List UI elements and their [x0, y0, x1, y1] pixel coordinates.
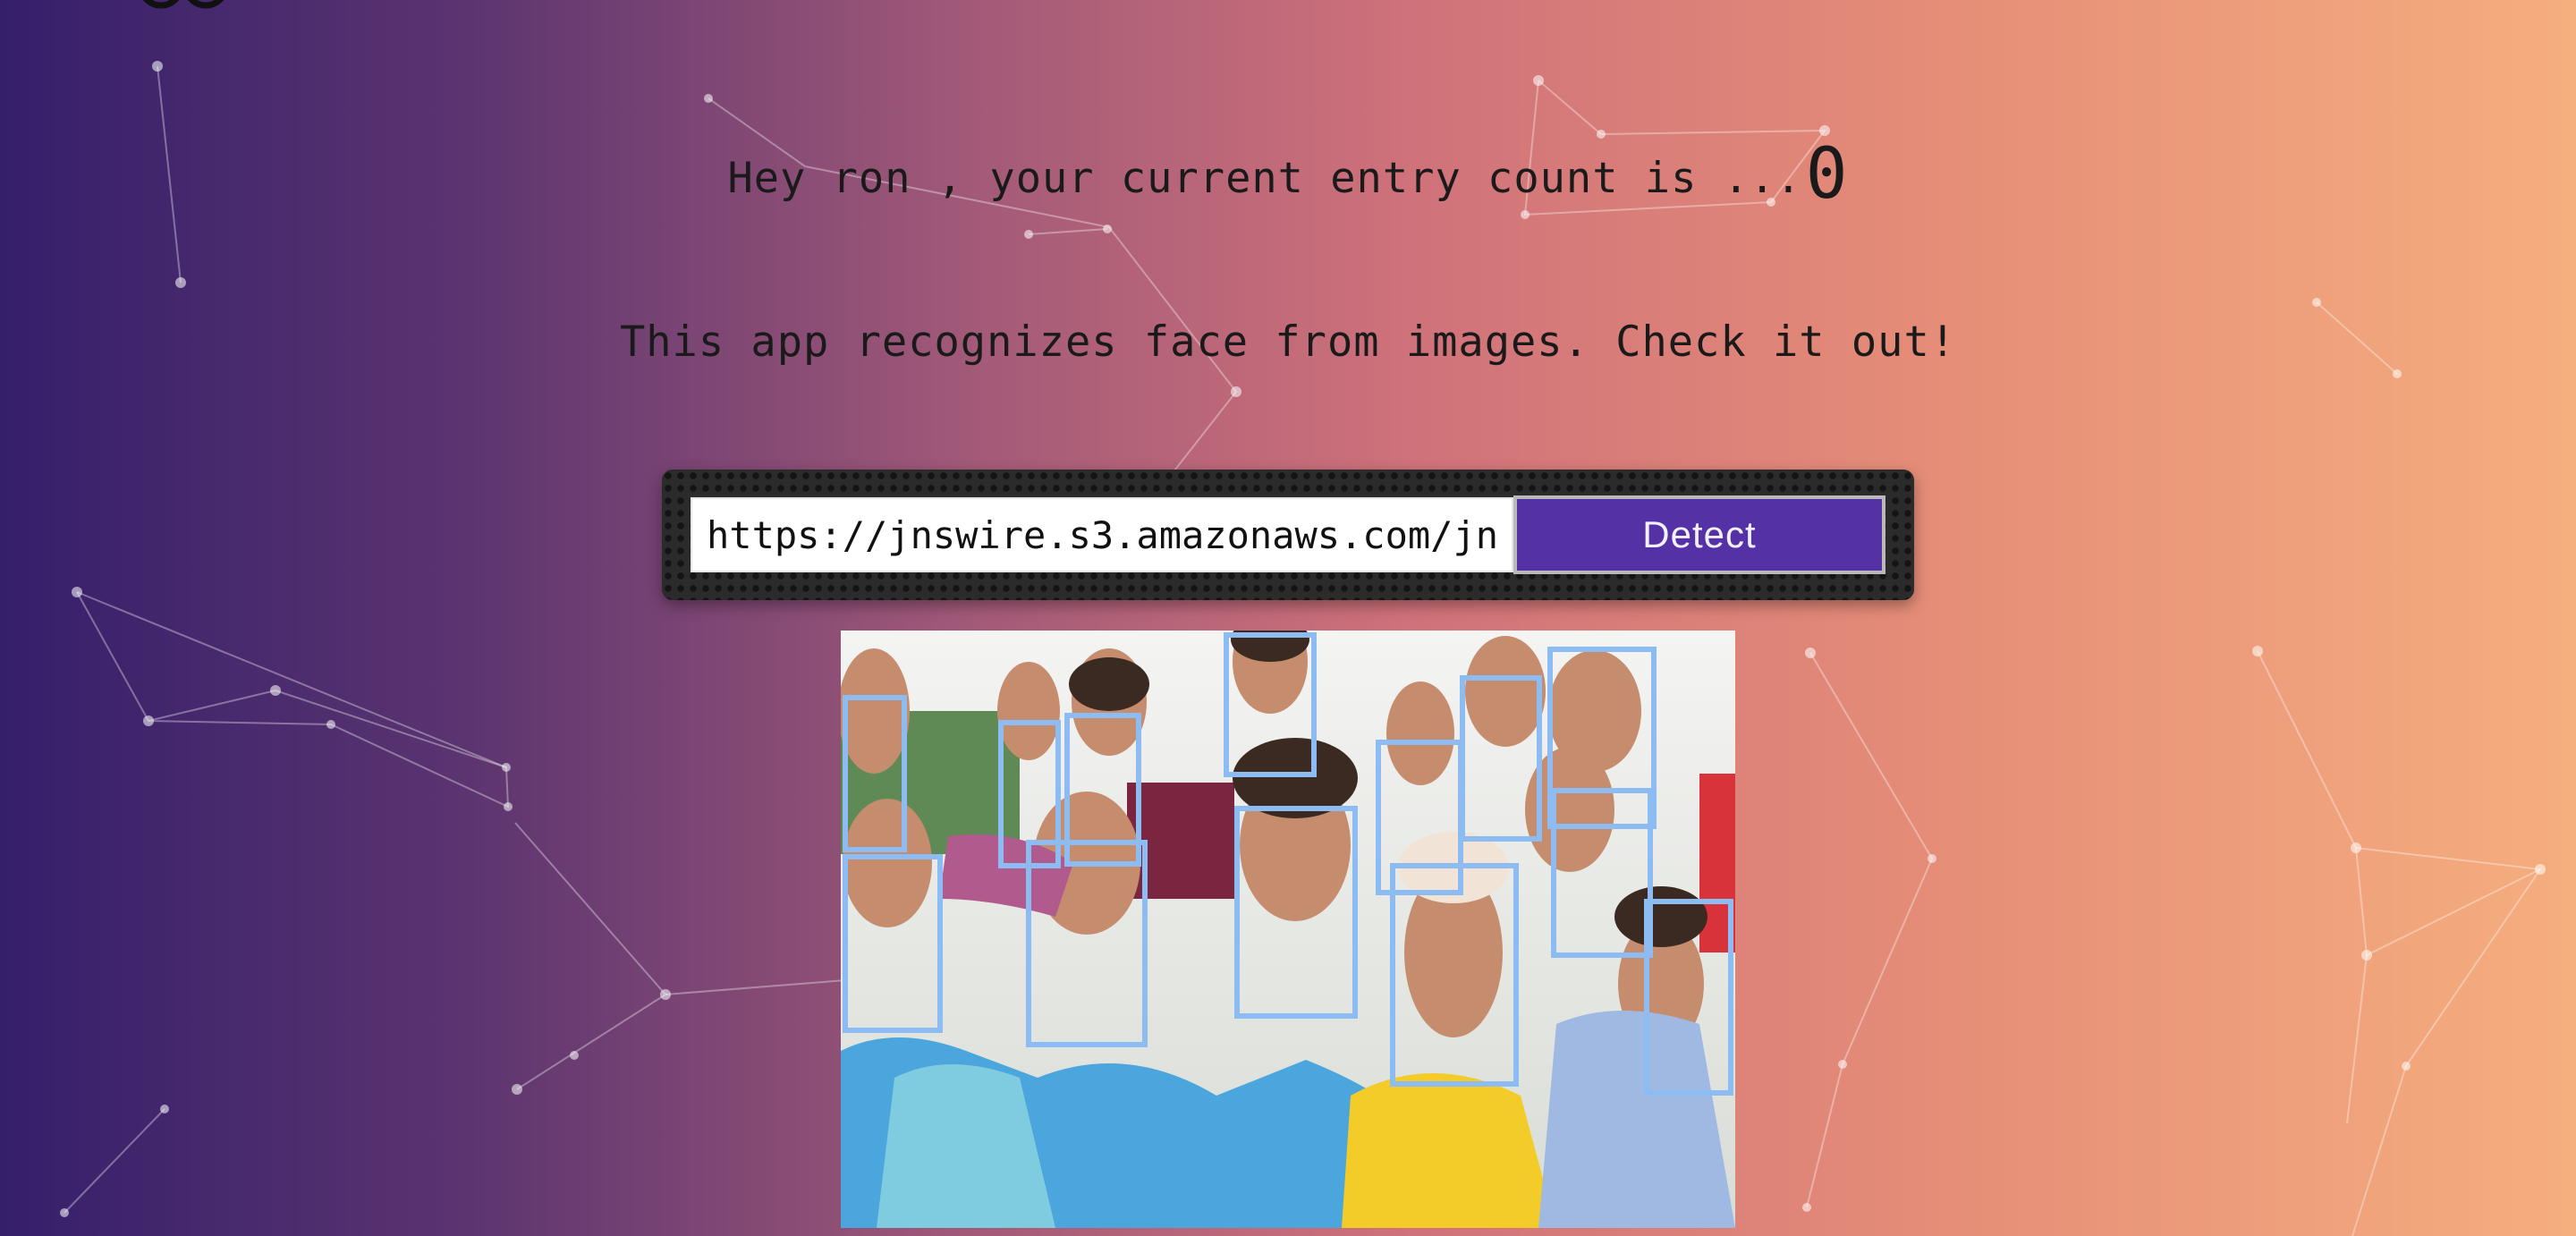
face-box: [843, 695, 907, 852]
face-box: [1460, 675, 1542, 842]
face-box: [1026, 840, 1148, 1047]
face-box: [1390, 863, 1519, 1087]
face-detection-image: [841, 631, 1735, 1228]
logo-icon[interactable]: [134, 0, 233, 11]
face-box: [1644, 899, 1733, 1096]
image-url-form: Detect: [662, 470, 1914, 600]
entry-count-greeting: Hey ron , your current entry count is ..…: [0, 134, 2576, 215]
greeting-text: Hey ron , your current entry count is ..…: [727, 154, 1802, 203]
face-box: [1551, 788, 1653, 958]
app-description: This app recognizes face from images. Ch…: [619, 317, 1957, 367]
face-box: [1234, 806, 1358, 1019]
face-box: [1224, 632, 1317, 777]
entry-count-value: 0: [1805, 134, 1849, 215]
image-url-input[interactable]: [691, 497, 1513, 572]
face-box: [843, 854, 943, 1033]
detect-button[interactable]: Detect: [1513, 495, 1885, 574]
